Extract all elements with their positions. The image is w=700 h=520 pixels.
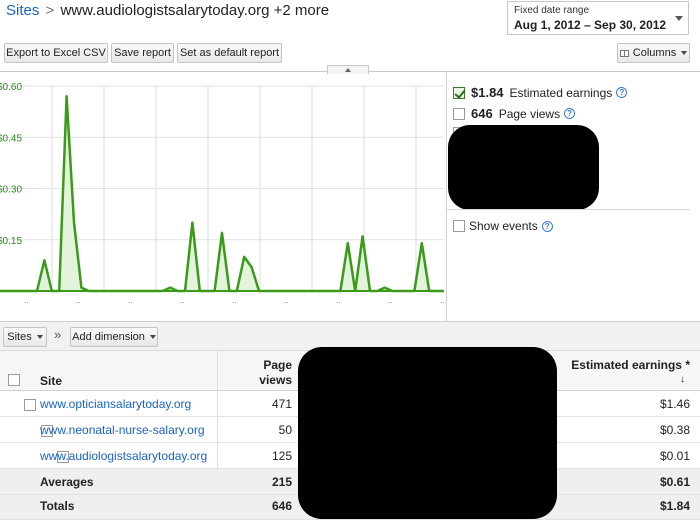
chart-x-tick-label: .. (76, 296, 80, 305)
show-events-label: Show events (469, 219, 538, 233)
pageviews-checkbox[interactable] (453, 107, 465, 120)
chevron-down-icon (36, 335, 43, 339)
averages-label: Averages (40, 475, 94, 489)
earnings-checkbox[interactable] (453, 86, 465, 99)
chart-y-tick-label: $0.30 (0, 185, 22, 196)
sort-descending-icon: ↓ (680, 374, 685, 385)
row-earnings: $0.01 (659, 449, 690, 463)
redaction-block (298, 347, 557, 519)
row-earnings: $0.38 (659, 423, 690, 437)
columns-button[interactable]: Columns (617, 43, 690, 63)
add-dimension-button[interactable]: Add dimension (70, 327, 158, 347)
site-link[interactable]: www.audiologistsalarytoday.org (40, 449, 207, 463)
chart-y-tick-label: $0.15 (0, 236, 22, 247)
breadcrumb-current: www.audiologistsalarytoday.org (60, 2, 270, 19)
earnings-chart: $0.60 $0.45 $0.30 $0.15.................. (0, 82, 444, 305)
site-link[interactable]: www.opticiansalarytoday.org (40, 397, 191, 411)
chart-x-tick-label: .. (180, 296, 184, 305)
chevron-down-icon (149, 335, 156, 339)
row-pageviews: 125 (271, 449, 292, 463)
chart-x-tick-label: .. (284, 296, 288, 305)
row-pageviews: 471 (271, 397, 292, 411)
breadcrumb-separator: > (45, 2, 55, 19)
date-range-label: Fixed date range (514, 5, 590, 16)
metric-estimated-earnings[interactable]: $1.84 Estimated earnings ? (453, 85, 628, 100)
row-checkbox[interactable] (24, 399, 37, 411)
pageviews-total: 646 (471, 106, 493, 121)
chart-panel-divider (446, 72, 447, 322)
sites-dimension-label: Sites (7, 331, 32, 343)
column-header-site[interactable]: Site (40, 374, 62, 388)
chevron-down-icon (675, 16, 683, 21)
help-icon[interactable]: ? (616, 87, 628, 98)
chart-x-tick-label: .. (440, 296, 444, 305)
earnings-total: $1.84 (471, 85, 504, 100)
columns-label: Columns (632, 47, 677, 59)
totals-label: Totals (40, 499, 75, 513)
date-range-picker[interactable]: Fixed date range Aug 1, 2012 – Sep 30, 2… (507, 1, 689, 35)
earnings-label: Estimated earnings (509, 85, 613, 100)
site-link[interactable]: www.neonatal-nurse-salary.org (40, 423, 205, 437)
select-all-checkbox[interactable] (8, 374, 20, 386)
averages-pageviews: 215 (271, 475, 292, 489)
date-range-value: Aug 1, 2012 – Sep 30, 2012 (514, 18, 667, 32)
show-events-toggle[interactable]: Show events ? (453, 219, 553, 233)
set-default-report-button[interactable]: Set as default report (177, 43, 282, 63)
totals-earnings: $1.84 (659, 499, 690, 513)
chart-x-tick-label: .. (232, 296, 236, 305)
export-csv-button[interactable]: Export to Excel CSV (4, 43, 108, 63)
row-pageviews: 50 (278, 423, 292, 437)
averages-earnings: $0.61 (659, 475, 690, 489)
breadcrumb: Sites > www.audiologistsalarytoday.org +… (6, 2, 329, 19)
chart-y-tick-label: $0.45 (0, 133, 22, 144)
chart-x-tick-label: .. (24, 296, 28, 305)
help-icon[interactable]: ? (541, 220, 553, 232)
chevron-down-icon (681, 51, 688, 55)
sites-dimension-dropdown[interactable]: Sites (3, 327, 47, 347)
row-earnings: $1.46 (659, 397, 690, 411)
column-header-pageviews-line1[interactable]: Page (236, 358, 292, 372)
pageviews-label: Page views (498, 106, 561, 121)
show-events-checkbox[interactable] (453, 220, 465, 232)
totals-pageviews: 646 (271, 499, 292, 513)
chart-x-tick-label: .. (128, 296, 132, 305)
breadcrumb-more: +2 more (273, 2, 330, 19)
add-dimension-label: Add dimension (72, 331, 145, 343)
double-chevron-icon: » (54, 327, 62, 342)
chart-x-tick-label: .. (388, 296, 392, 305)
redaction-block (448, 125, 599, 210)
save-report-button[interactable]: Save report (111, 43, 174, 63)
column-header-pageviews-line2[interactable]: views (236, 373, 292, 387)
metrics-divider (447, 209, 690, 210)
metric-page-views[interactable]: 646 Page views ? (453, 106, 576, 121)
columns-icon (619, 49, 629, 57)
column-header-earnings[interactable]: Estimated earnings * (540, 358, 690, 372)
help-icon[interactable]: ? (564, 108, 576, 119)
breadcrumb-sites-link[interactable]: Sites (6, 2, 39, 19)
chart-y-tick-label: $0.60 (0, 82, 22, 93)
chart-x-tick-label: .. (336, 296, 340, 305)
